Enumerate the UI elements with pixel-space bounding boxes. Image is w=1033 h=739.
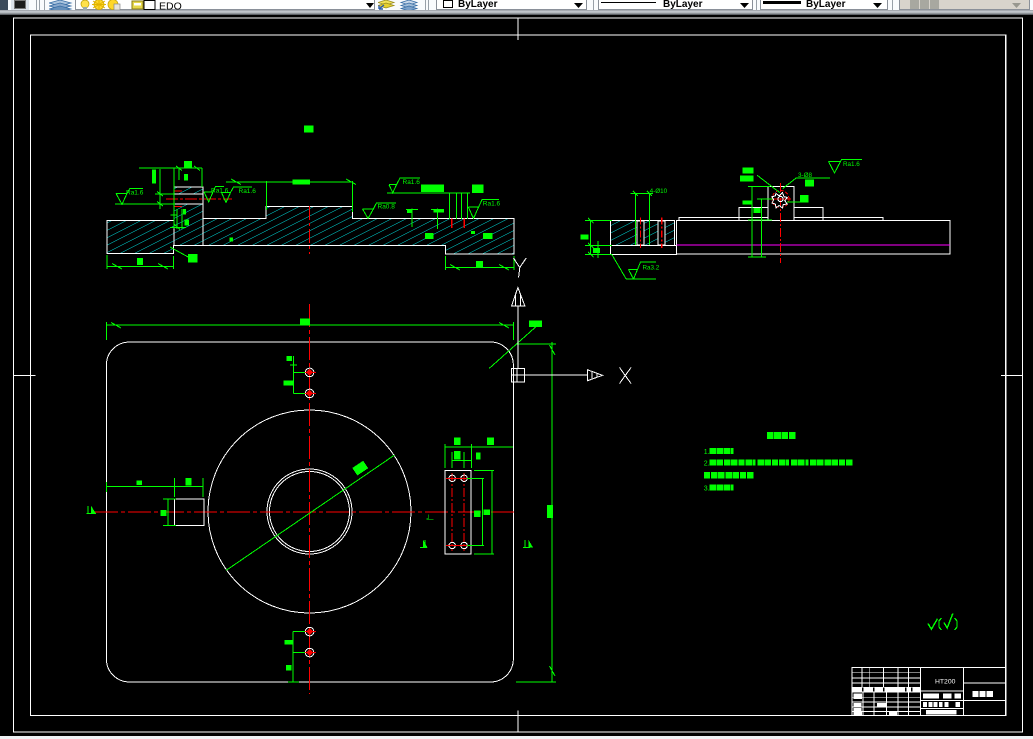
svg-text:1.: 1. <box>704 449 710 456</box>
svg-text:4-Ø10: 4-Ø10 <box>650 188 668 195</box>
svg-text:Ra1.6: Ra1.6 <box>126 190 144 197</box>
svg-text:Ra1.6: Ra1.6 <box>211 188 229 195</box>
svg-text:Ra0.8: Ra0.8 <box>378 204 396 211</box>
svg-text:Ra1.6: Ra1.6 <box>483 201 501 208</box>
svg-text:Ra1.6: Ra1.6 <box>843 161 860 168</box>
svg-text:Ra1.6: Ra1.6 <box>239 188 257 195</box>
svg-text:3-Ø8: 3-Ø8 <box>798 172 812 179</box>
svg-text:HT200: HT200 <box>935 679 956 686</box>
svg-text:Ra3.2: Ra3.2 <box>643 265 660 272</box>
svg-text:Ra1.6: Ra1.6 <box>403 179 421 186</box>
svg-text:2.: 2. <box>704 461 710 468</box>
svg-text:3.: 3. <box>704 485 710 492</box>
